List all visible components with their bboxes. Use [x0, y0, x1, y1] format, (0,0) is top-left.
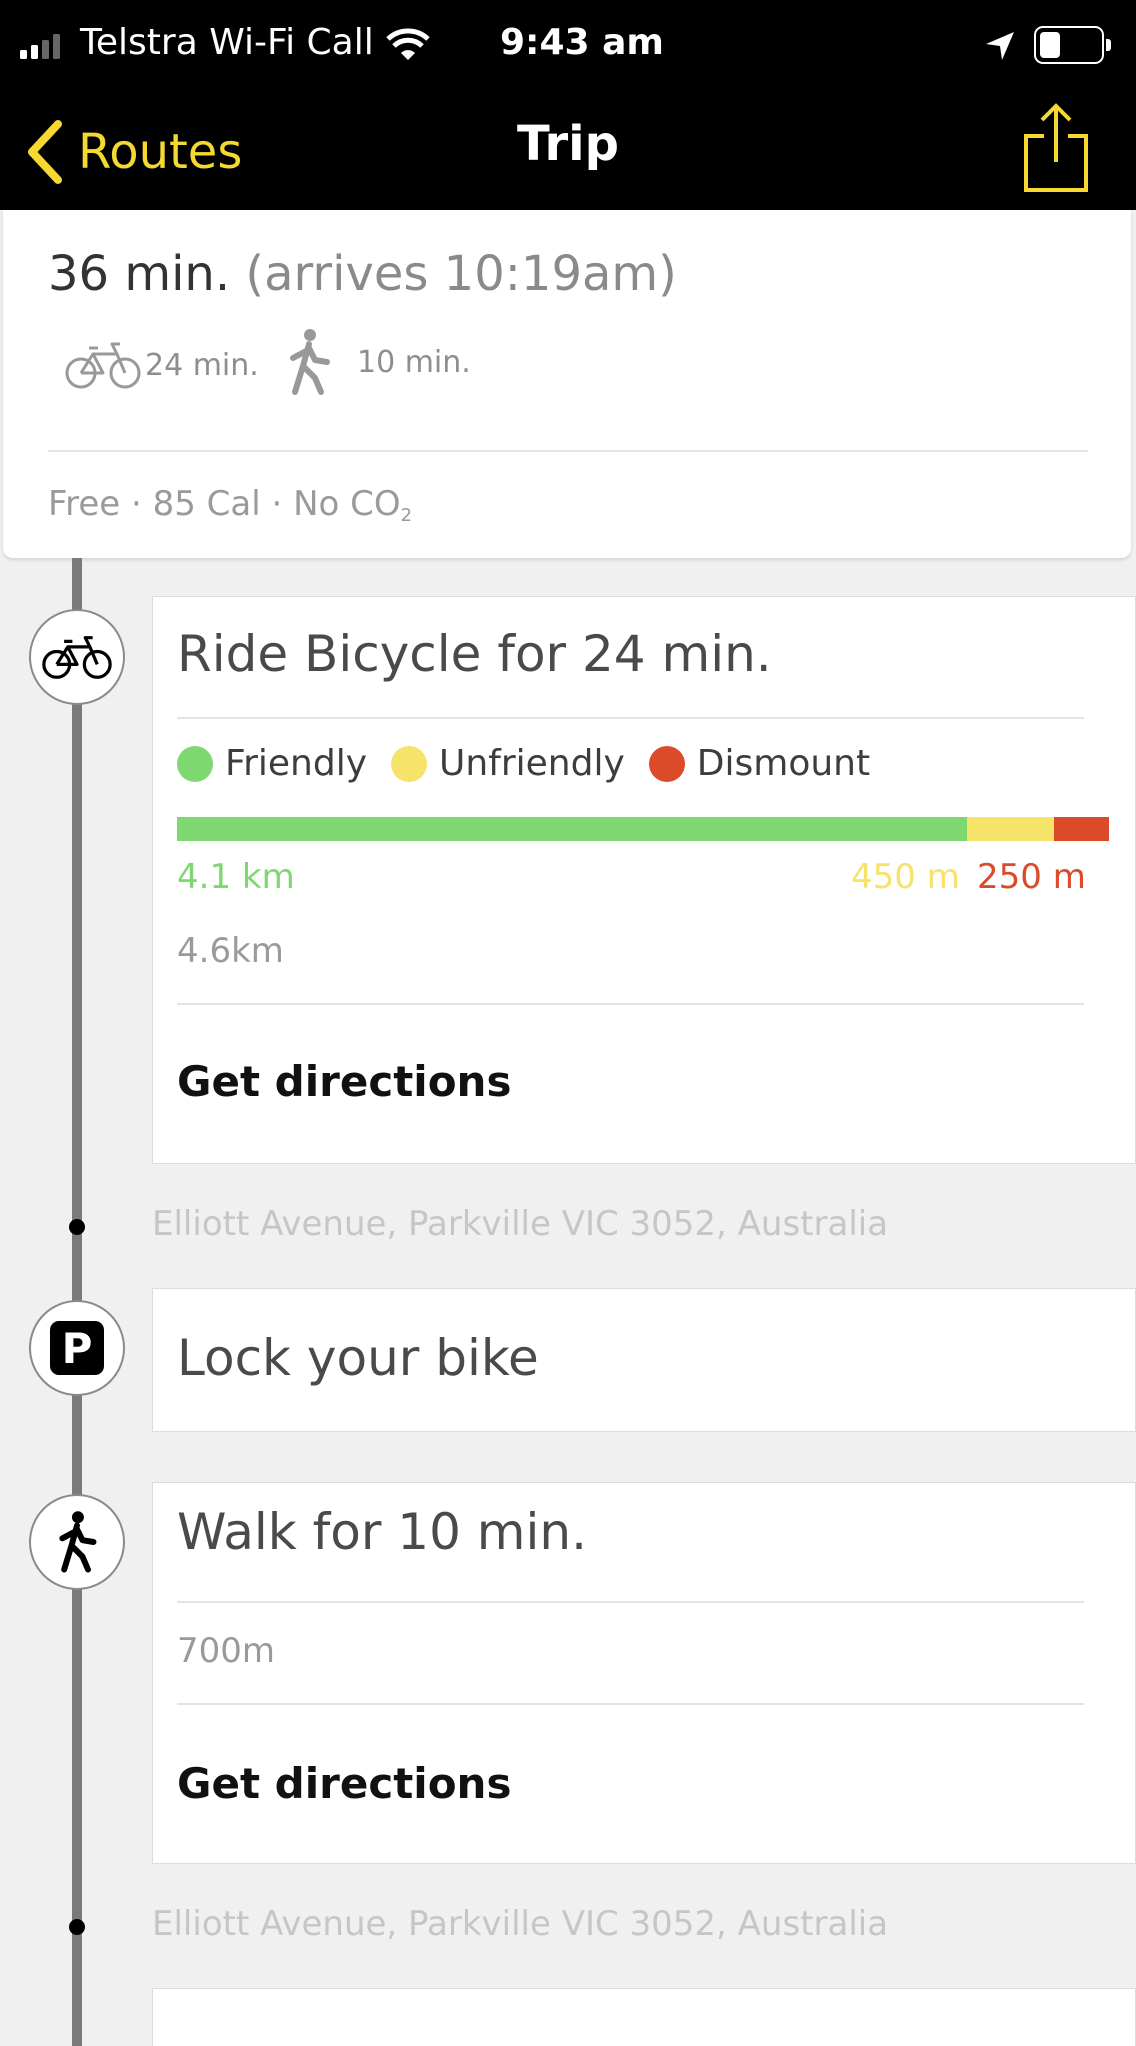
parking-letter: P — [61, 1323, 93, 1373]
lock-step-card[interactable]: Lock your bike — [152, 1288, 1136, 1432]
timeline-waypoint-dot — [69, 1219, 85, 1235]
timeline-waypoint-dot — [69, 1919, 85, 1935]
friendly-dot — [177, 745, 213, 782]
page-title: Trip — [517, 116, 619, 172]
walk-get-directions-button[interactable]: Get directions — [177, 1759, 511, 1808]
route-safety-bar — [177, 817, 1109, 841]
legend-unfriendly-label: Unfriendly — [439, 743, 625, 784]
ride-distance-divider — [177, 1003, 1084, 1005]
duration-value: 36 min. — [48, 246, 231, 302]
legend-dismount-label: Dismount — [696, 743, 871, 784]
bicycle-icon — [65, 342, 141, 389]
ride-title-divider — [177, 717, 1084, 719]
battery-icon — [1034, 26, 1112, 64]
unfriendly-dot — [391, 745, 428, 782]
legend-dismount: Dismount — [648, 743, 871, 784]
bike-mode-time: 24 min. — [145, 347, 259, 383]
trip-meta-text: Free · 85 Cal · No CO — [48, 484, 401, 524]
dismount-distance: 250 m — [977, 857, 1086, 897]
ride-step-marker — [29, 609, 125, 705]
unfriendly-segment — [966, 817, 1054, 841]
wifi-icon — [386, 28, 430, 60]
walk-step-card[interactable]: Walk for 10 min. 700m Get directions — [152, 1482, 1136, 1864]
trip-duration: 36 min. (arrives 10:19am) — [48, 246, 677, 302]
friendly-segment — [177, 817, 967, 841]
next-step-card[interactable] — [152, 1988, 1136, 2046]
location-arrow-icon — [986, 32, 1014, 60]
walk-title-divider — [177, 1601, 1084, 1603]
cellular-signal-icon — [20, 33, 66, 59]
walk-icon — [290, 329, 330, 395]
summary-divider — [48, 450, 1088, 452]
legend-unfriendly: Unfriendly — [391, 743, 625, 784]
ride-get-directions-button[interactable]: Get directions — [177, 1057, 511, 1106]
ride-distance: 4.6km — [177, 931, 284, 971]
walk-icon — [59, 1511, 97, 1573]
parking-icon: P — [50, 1321, 104, 1375]
bike-route-legend: Friendly Unfriendly Dismount — [177, 743, 894, 784]
bike-mode-chip: 24 min. — [65, 340, 259, 390]
status-bar: Telstra Wi-Fi Call 9:43 am — [0, 0, 1136, 90]
friendly-distance: 4.1 km — [177, 857, 295, 897]
walk-mode-time: 10 min. — [357, 344, 471, 380]
dismount-dot — [648, 745, 685, 782]
trip-cost-calories: Free · 85 Cal · No CO2 — [48, 484, 412, 526]
walk-step-title: Walk for 10 min. — [177, 1503, 587, 1561]
ride-step-card[interactable]: Ride Bicycle for 24 min. Friendly Unfrie… — [152, 596, 1136, 1164]
ride-step-title: Ride Bicycle for 24 min. — [177, 625, 772, 683]
lock-step-title: Lock your bike — [177, 1329, 539, 1387]
legend-friendly-label: Friendly — [225, 743, 368, 784]
legend-friendly: Friendly — [177, 743, 367, 784]
unfriendly-distance: 450 m — [851, 857, 960, 897]
walk-distance: 700m — [177, 1631, 276, 1671]
walk-end-address: Elliott Avenue, Parkville VIC 3052, Aust… — [152, 1904, 889, 1944]
walk-distance-divider — [177, 1703, 1084, 1705]
status-time: 9:43 am — [500, 22, 664, 63]
carrier-label: Telstra Wi-Fi Call — [80, 22, 374, 63]
share-icon[interactable] — [1020, 100, 1092, 200]
arrival-time: (arrives 10:19am) — [245, 246, 677, 302]
co2-subscript: 2 — [400, 505, 413, 526]
lock-step-marker: P — [29, 1300, 125, 1396]
navigation-bar: Routes Trip — [0, 90, 1136, 210]
walk-mode-chip: 10 min. — [285, 328, 471, 396]
dismount-segment — [1053, 817, 1109, 841]
trip-summary-card: 36 min. (arrives 10:19am) 24 min. 10 min… — [3, 210, 1131, 558]
ride-end-address: Elliott Avenue, Parkville VIC 3052, Aust… — [152, 1204, 889, 1244]
bicycle-icon — [42, 636, 112, 679]
walk-step-marker — [29, 1494, 125, 1590]
